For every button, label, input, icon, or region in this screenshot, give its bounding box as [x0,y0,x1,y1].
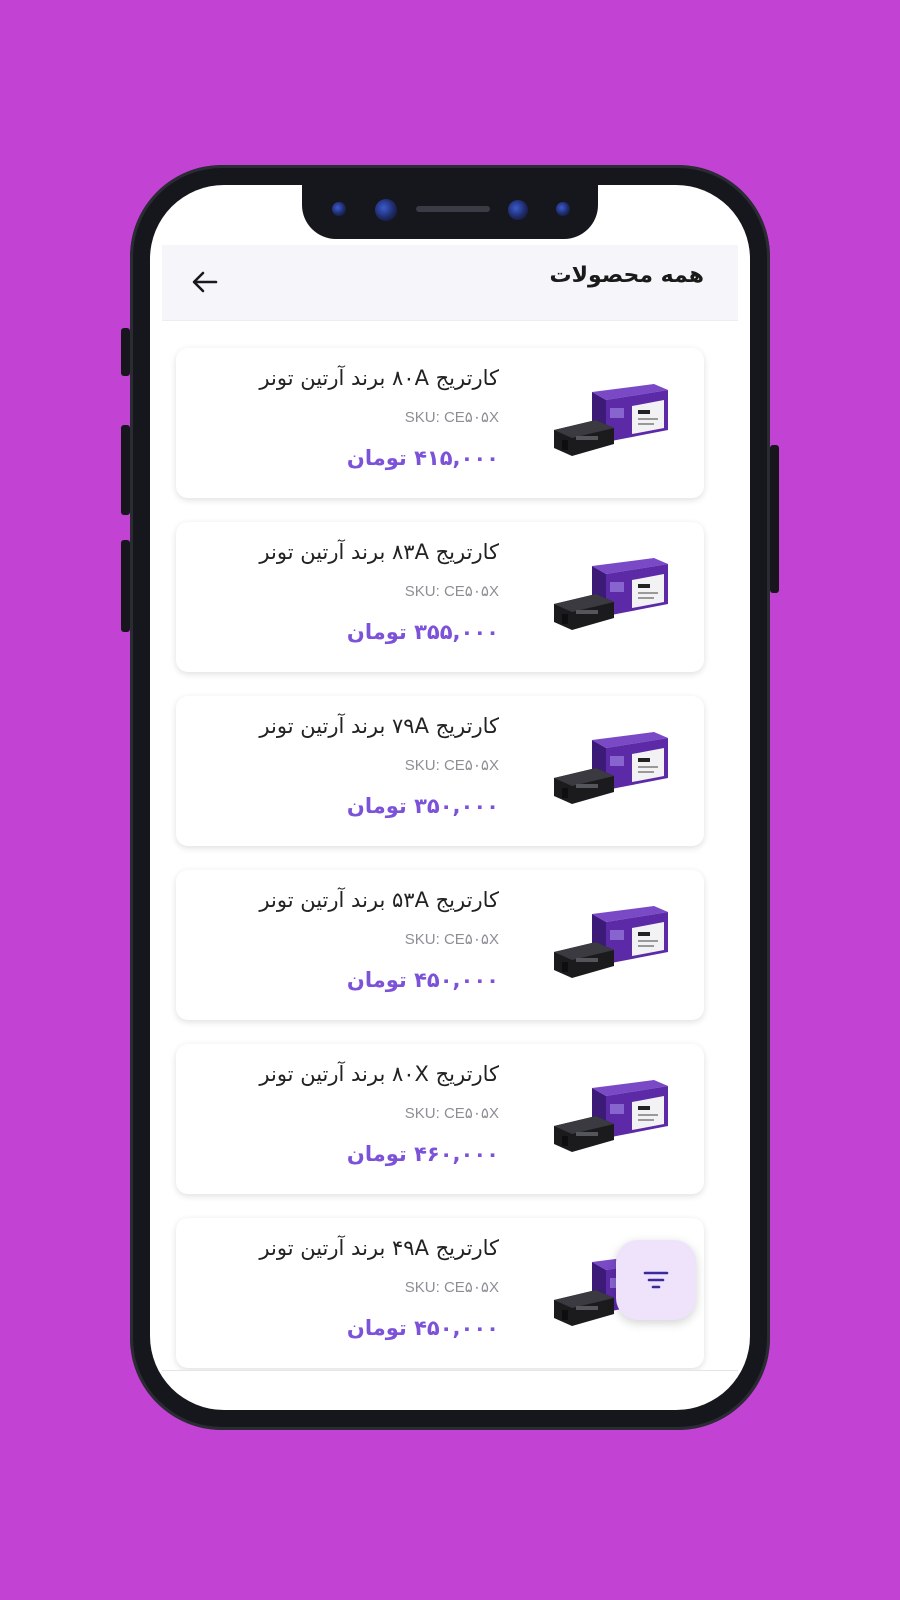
product-sku: SKU: CE۵۰۵X [404,1279,499,1296]
filter-button[interactable] [616,1240,696,1320]
phone-volume-down-button [121,540,130,632]
phone-frame: همه محصولات کارتریج ۸۰A برند آرتین تونر S… [130,165,770,1430]
product-sku: SKU: CE۵۰۵X [404,583,499,600]
product-sku: SKU: CE۵۰۵X [404,931,499,948]
product-sku: SKU: CE۵۰۵X [404,409,499,426]
app-bar: همه محصولات [162,245,738,321]
list-bottom-divider [162,1370,738,1371]
phone-power-button [770,445,779,593]
filter-icon [643,1271,669,1289]
product-price: ۴۵۰,۰۰۰ تومان [346,1316,499,1340]
product-price: ۳۵۰,۰۰۰ تومان [346,794,499,818]
phone-mute-switch [121,328,130,376]
product-card[interactable]: کارتریج ۸۰X برند آرتین تونر SKU: CE۵۰۵X ۴۶… [176,1044,704,1194]
product-card[interactable]: کارتریج ۷۹A برند آرتین تونر SKU: CE۵۰۵X ۳۵… [176,696,704,846]
product-price: ۴۱۵,۰۰۰ تومان [346,446,499,470]
sensor-dot-icon [556,202,570,216]
product-card[interactable]: کارتریج ۸۰A برند آرتین تونر SKU: CE۵۰۵X ۴۱… [176,348,704,498]
product-sku: SKU: CE۵۰۵X [404,1105,499,1122]
phone-screen: همه محصولات کارتریج ۸۰A برند آرتین تونر S… [150,185,750,1410]
phone-volume-up-button [121,425,130,515]
product-price: ۴۶۰,۰۰۰ تومان [346,1142,499,1166]
product-title: کارتریج ۴۹A برند آرتین تونر [259,1236,499,1260]
arrow-left-icon [192,271,218,293]
product-title: کارتریج ۵۳A برند آرتین تونر [259,888,499,912]
product-price: ۴۵۰,۰۰۰ تومان [346,968,499,992]
product-list[interactable]: کارتریج ۸۰A برند آرتین تونر SKU: CE۵۰۵X ۴۱… [150,325,750,1370]
sensor-dot-icon [332,202,346,216]
toner-cartridge-image [548,726,674,816]
front-camera-icon [375,199,397,221]
toner-cartridge-image [548,378,674,468]
product-card[interactable]: کارتریج ۵۳A برند آرتین تونر SKU: CE۵۰۵X ۴۵… [176,870,704,1020]
product-price: ۳۵۵,۰۰۰ تومان [346,620,499,644]
page-title: همه محصولات [549,263,704,288]
earpiece-speaker [416,206,490,212]
toner-cartridge-image [548,552,674,642]
product-title: کارتریج ۷۹A برند آرتین تونر [259,714,499,738]
product-title: کارتریج ۸۰A برند آرتین تونر [259,366,499,390]
product-sku: SKU: CE۵۰۵X [404,757,499,774]
sensor-dot-icon [508,200,528,220]
toner-cartridge-image [548,1074,674,1164]
back-button[interactable] [190,267,220,297]
product-title: کارتریج ۸۰X برند آرتین تونر [259,1062,499,1086]
phone-notch [302,185,598,239]
product-card[interactable]: کارتریج ۸۳A برند آرتین تونر SKU: CE۵۰۵X ۳۵… [176,522,704,672]
product-title: کارتریج ۸۳A برند آرتین تونر [259,540,499,564]
toner-cartridge-image [548,900,674,990]
